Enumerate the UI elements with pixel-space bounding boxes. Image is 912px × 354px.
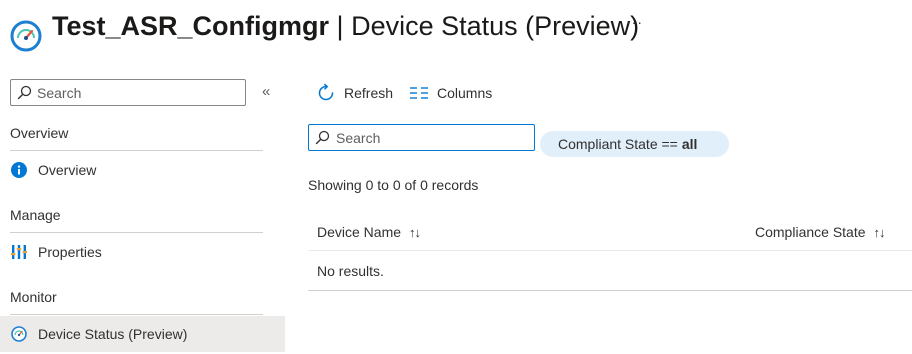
section-title-manage: Manage [10,207,61,223]
sidebar-search-input[interactable] [37,82,237,103]
page-title: Test_ASR_Configmgr | Device Status (Prev… [52,8,639,44]
filter-field: Compliant State == [558,136,678,152]
sidebar-item-label: Overview [38,162,97,178]
section-divider [10,232,263,233]
properties-icon [10,243,28,261]
section-divider [10,150,263,151]
column-header-label: Device Name [317,224,402,240]
sidebar-item-label: Device Status (Preview) [38,326,188,342]
sidebar: « Overview Overview Manage Propertie [0,78,285,354]
filter-value: all [681,136,698,152]
sort-icon: ↑↓ [873,224,886,240]
sidebar-item-device-status[interactable]: Device Status (Preview) [0,316,285,352]
column-header-label: Compliance State [755,224,866,240]
refresh-label: Refresh [344,85,394,101]
title-separator: | [336,11,344,41]
sidebar-item-overview[interactable]: Overview [0,152,285,188]
search-icon [17,85,32,100]
columns-button[interactable]: Columns [410,82,492,104]
more-actions-button[interactable]: ··· [626,14,643,30]
page-name: Device Status (Preview) [351,11,640,41]
columns-label: Columns [437,85,493,101]
page-header: Test_ASR_Configmgr | Device Status (Prev… [0,0,912,60]
collapse-sidebar-button[interactable]: « [262,83,270,100]
column-header-compliance-state[interactable]: Compliance State ↑↓ [755,224,886,240]
table-row: No results. [308,251,912,291]
main-search-box[interactable] [308,124,535,151]
sort-icon: ↑↓ [409,224,421,240]
refresh-icon [318,83,334,101]
info-icon [10,161,28,179]
main-search-input[interactable] [336,127,526,148]
section-divider [10,314,263,315]
table-header: Device Name ↑↓ Compliance State ↑↓ [308,214,912,251]
column-header-device-name[interactable]: Device Name ↑↓ [317,224,421,240]
empty-state-text: No results. [317,263,384,279]
columns-icon [410,87,428,99]
sidebar-item-label: Properties [38,244,102,260]
section-title-monitor: Monitor [10,289,57,305]
gauge-icon [10,20,42,52]
gauge-icon [10,325,28,343]
sidebar-item-properties[interactable]: Properties [0,234,285,270]
refresh-button[interactable]: Refresh [316,82,393,104]
device-table: Device Name ↑↓ Compliance State ↑↓ No re… [308,214,912,291]
section-title-overview: Overview [10,125,69,141]
compliance-filter-pill[interactable]: Compliant State == all [540,131,729,157]
records-count: Showing 0 to 0 of 0 records [308,177,479,193]
search-icon [315,130,330,145]
sidebar-search-box[interactable] [10,79,246,106]
resource-name: Test_ASR_Configmgr [52,11,330,41]
